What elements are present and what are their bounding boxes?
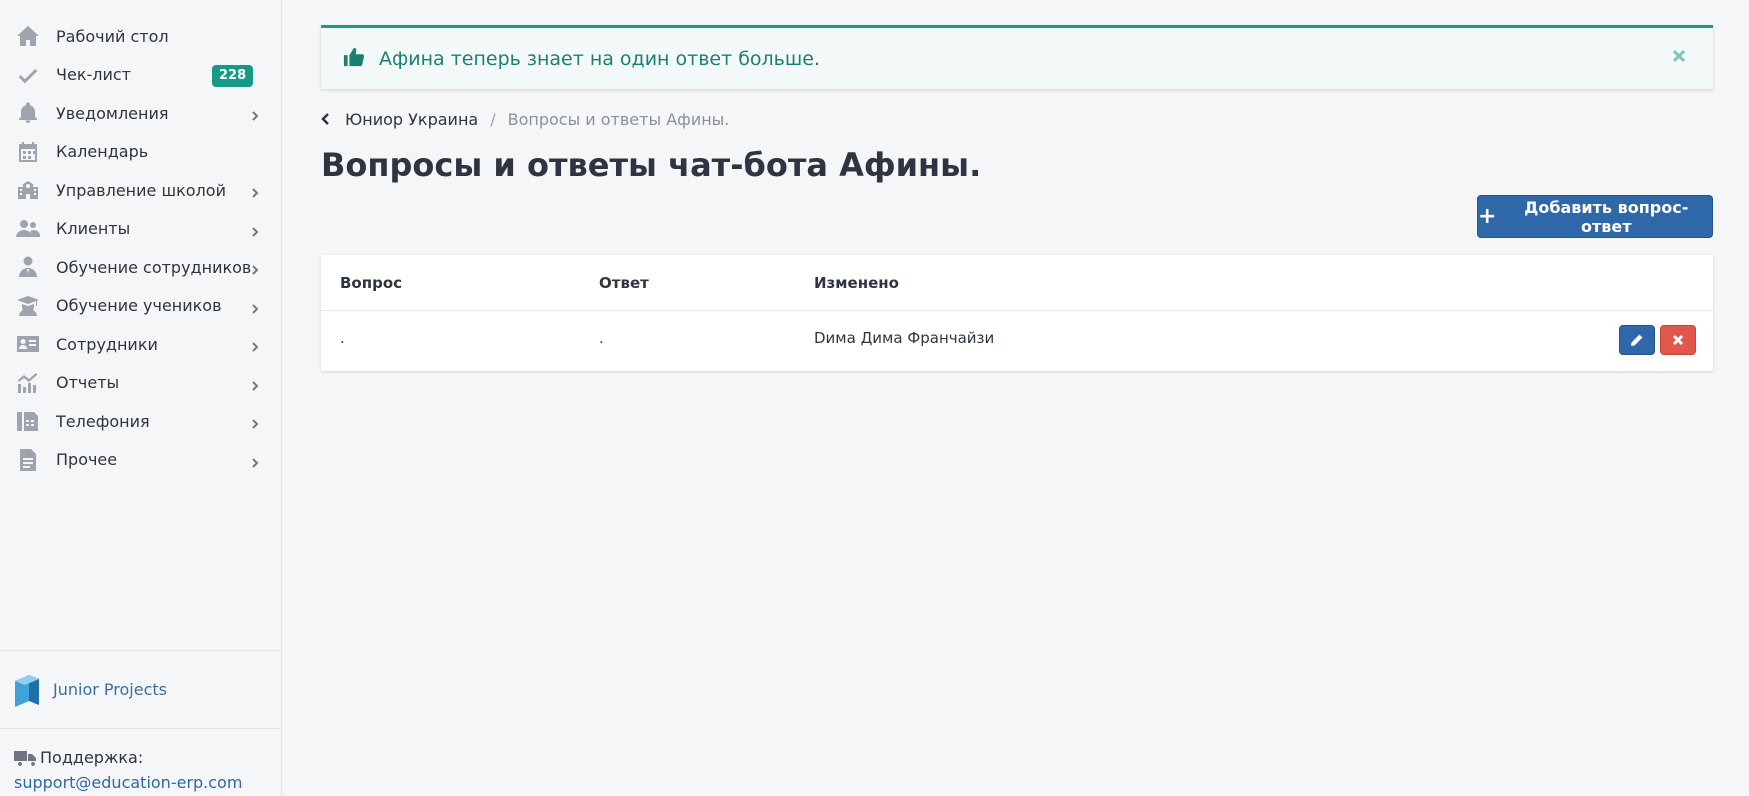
sidebar-item-label: Календарь bbox=[56, 142, 149, 162]
bell-icon bbox=[14, 101, 42, 125]
checklist-count-badge: 228 bbox=[212, 64, 254, 87]
sidebar-item-checklist[interactable]: Чек-лист 228 bbox=[0, 56, 281, 95]
sidebar-item-student-training[interactable]: Обучение учеников bbox=[0, 287, 281, 326]
chevron-right-icon bbox=[249, 184, 261, 198]
brand[interactable]: Junior Projects bbox=[0, 650, 281, 729]
sidebar-item-dashboard[interactable]: Рабочий стол bbox=[0, 17, 281, 56]
chevron-right-icon bbox=[249, 261, 261, 275]
sidebar-item-label: Телефония bbox=[56, 411, 150, 431]
page-title: Вопросы и ответы чат-бота Афины. bbox=[321, 146, 982, 184]
chart-icon bbox=[14, 371, 42, 395]
chevron-right-icon bbox=[249, 415, 261, 429]
delete-button[interactable] bbox=[1660, 325, 1696, 355]
alert-message: Афина теперь знает на один ответ больше. bbox=[379, 47, 820, 70]
success-alert: Афина теперь знает на один ответ больше. bbox=[321, 25, 1713, 89]
add-question-answer-button[interactable]: + Добавить вопрос-ответ bbox=[1477, 195, 1713, 238]
sidebar: Рабочий стол Чек-лист 228 Уведомления Ка… bbox=[0, 0, 282, 796]
plus-icon: + bbox=[1478, 203, 1497, 229]
calendar-icon bbox=[14, 140, 42, 164]
chevron-right-icon bbox=[249, 223, 261, 237]
column-header-answer: Ответ bbox=[599, 274, 649, 292]
close-icon bbox=[1672, 334, 1684, 346]
id-card-icon bbox=[14, 332, 42, 356]
sidebar-item-label: Управление школой bbox=[56, 180, 226, 200]
chevron-right-icon bbox=[249, 454, 261, 468]
brand-name: Junior Projects bbox=[53, 680, 167, 699]
breadcrumb: Юниор Украина / Вопросы и ответы Афины. bbox=[321, 110, 729, 129]
sidebar-item-label: Обучение сотрудников bbox=[56, 257, 252, 277]
breadcrumb-current: Вопросы и ответы Афины. bbox=[507, 110, 730, 129]
staff-training-icon bbox=[14, 255, 42, 279]
support-label: Поддержка: bbox=[40, 748, 144, 767]
chevron-right-icon bbox=[249, 377, 261, 391]
graduation-cap-icon bbox=[14, 294, 42, 318]
sidebar-item-calendar[interactable]: Календарь bbox=[0, 133, 281, 172]
junior-projects-logo-icon bbox=[15, 674, 39, 707]
breadcrumb-parent-link[interactable]: Юниор Украина bbox=[345, 110, 478, 129]
sidebar-nav: Рабочий стол Чек-лист 228 Уведомления Ка… bbox=[0, 0, 281, 479]
breadcrumb-separator: / bbox=[490, 110, 496, 129]
cell-question: . bbox=[340, 329, 345, 347]
sidebar-item-label: Чек-лист bbox=[56, 65, 131, 85]
document-icon bbox=[14, 448, 42, 472]
pencil-icon bbox=[1631, 334, 1643, 346]
table-header: Вопрос Ответ Изменено bbox=[321, 255, 1713, 311]
sidebar-item-other[interactable]: Прочее bbox=[0, 441, 281, 480]
chevron-right-icon bbox=[249, 107, 261, 121]
support-email-link[interactable]: support@education-erp.com bbox=[14, 773, 242, 792]
sidebar-item-school-management[interactable]: Управление школой bbox=[0, 171, 281, 210]
sidebar-item-label: Отчеты bbox=[56, 373, 120, 393]
support: Поддержка: support@education-erp.com bbox=[14, 748, 242, 792]
thumbs-up-icon bbox=[343, 46, 365, 72]
sidebar-item-notifications[interactable]: Уведомления bbox=[0, 94, 281, 133]
edit-button[interactable] bbox=[1619, 325, 1655, 355]
users-icon bbox=[14, 217, 42, 241]
fax-icon bbox=[14, 409, 42, 433]
close-alert-button[interactable] bbox=[1669, 46, 1689, 66]
sidebar-item-reports[interactable]: Отчеты bbox=[0, 364, 281, 403]
home-icon bbox=[14, 24, 42, 48]
qa-table: Вопрос Ответ Изменено . . Dима Дима Фран… bbox=[321, 255, 1713, 371]
truck-icon bbox=[14, 750, 36, 766]
column-header-question: Вопрос bbox=[340, 274, 403, 292]
cell-modified: Dима Дима Франчайзи bbox=[814, 329, 995, 347]
add-button-label: Добавить вопрос-ответ bbox=[1524, 197, 1689, 236]
school-icon bbox=[14, 178, 42, 202]
close-icon bbox=[1672, 49, 1686, 63]
sidebar-item-label: Сотрудники bbox=[56, 334, 158, 354]
chevron-right-icon bbox=[249, 300, 261, 314]
sidebar-item-label: Уведомления bbox=[56, 103, 169, 123]
chevron-right-icon bbox=[249, 338, 261, 352]
sidebar-item-label: Клиенты bbox=[56, 219, 131, 239]
back-chevron-icon[interactable] bbox=[321, 110, 331, 129]
check-icon bbox=[14, 63, 42, 87]
cell-answer: . bbox=[599, 329, 604, 347]
sidebar-item-telephony[interactable]: Телефония bbox=[0, 402, 281, 441]
sidebar-item-label: Прочее bbox=[56, 450, 118, 470]
sidebar-item-employees[interactable]: Сотрудники bbox=[0, 325, 281, 364]
sidebar-item-staff-training[interactable]: Обучение сотрудников bbox=[0, 248, 281, 287]
column-header-modified: Изменено bbox=[814, 274, 899, 292]
sidebar-item-clients[interactable]: Клиенты bbox=[0, 210, 281, 249]
sidebar-item-label: Рабочий стол bbox=[56, 26, 169, 46]
sidebar-item-label: Обучение учеников bbox=[56, 296, 222, 316]
